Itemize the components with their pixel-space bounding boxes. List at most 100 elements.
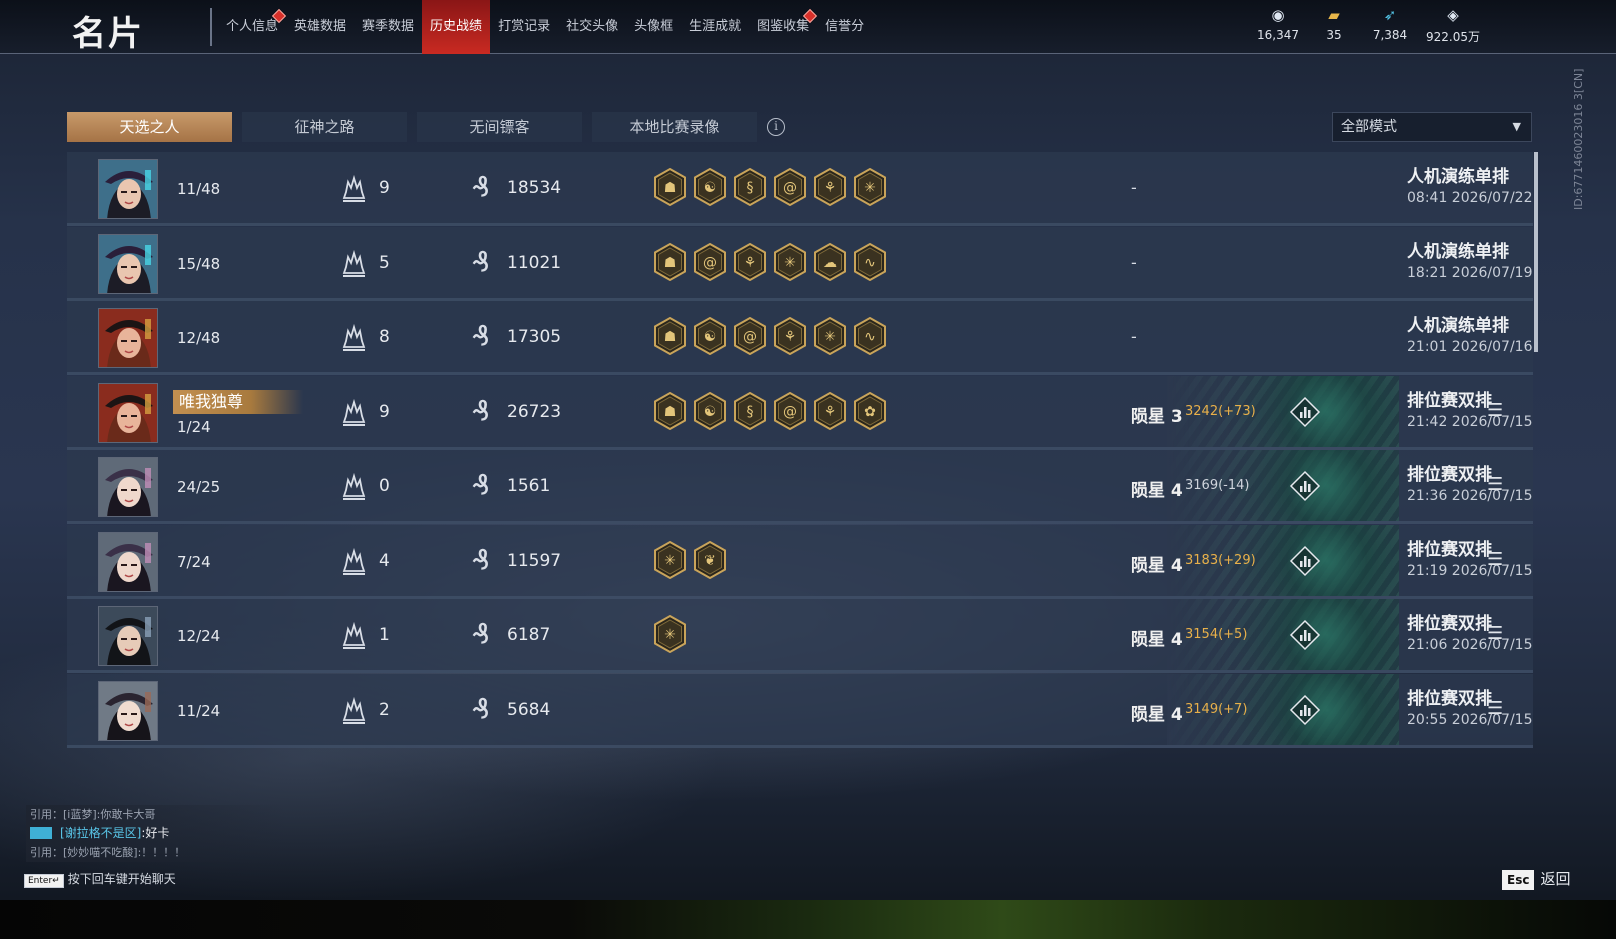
score-coin-icon: ₰ (472, 393, 490, 427)
match-row[interactable]: 唯我独尊 1/24 9 ₰ 26723 ☗ ☯ § @ ⚘ ✿ 陨星 3 3242(+73) 排位赛双排 2… (67, 375, 1533, 450)
swirl-badge-icon[interactable]: ☯ (693, 316, 727, 356)
demon-badge-icon[interactable]: ☗ (653, 242, 687, 281)
details-list-icon[interactable]: ☰ (1487, 476, 1503, 494)
nav-tab[interactable]: 生涯成就 (681, 0, 749, 54)
hero-avatar (98, 159, 158, 219)
nav-tab-label: 赛季数据 (362, 19, 415, 34)
nav-tab-label: 英雄数据 (294, 19, 347, 34)
details-list-icon[interactable]: ☰ (1487, 550, 1503, 569)
swirl-badge-icon[interactable]: ☯ (693, 391, 727, 430)
nav-tab[interactable]: 打赏记录 (490, 0, 558, 54)
rank-points: 3149(+7) (1185, 701, 1248, 717)
currency-value: 16,347 (1257, 28, 1299, 42)
wave-badge-icon[interactable]: ∿ (853, 316, 887, 356)
feather-icon: ➶ (1383, 6, 1397, 24)
chat-hint[interactable]: Enter↵ 按下回车键开始聊天 (24, 870, 176, 888)
wave-badge-icon[interactable]: ∿ (853, 242, 887, 281)
match-stats-button[interactable] (1289, 619, 1321, 651)
match-mode: 排位赛双排 (1407, 390, 1492, 411)
match-stats-button[interactable] (1289, 694, 1321, 726)
rank-tier: 陨星 4 (1131, 704, 1183, 725)
match-row[interactable]: 11/48 9 ₰ 18534 ☗ ☯ § @ ⚘ ✳ - 人机演练单排 08:41 2026/07/2… (67, 152, 1533, 226)
match-row[interactable]: 12/48 8 ₰ 17305 ☗ ☯ @ ⚘ ✳ ∿ - 人机演练单排 21:01 2026/07/1… (67, 301, 1533, 375)
score-value: 5684 (507, 699, 551, 720)
star-badge-icon[interactable]: ✳ (853, 167, 887, 207)
demon-badge-icon[interactable]: ☗ (653, 391, 687, 430)
match-stats-button[interactable] (1289, 545, 1321, 577)
nav-tab[interactable]: 个人信息 (218, 0, 287, 54)
dragon-badge-icon[interactable]: § (733, 167, 767, 207)
match-stats-button[interactable] (1289, 396, 1321, 428)
kills-count: 8 (379, 327, 390, 347)
placement-text: 7/24 (177, 552, 211, 571)
nav-tab[interactable]: 图鉴收集 (749, 0, 818, 54)
star-badge-icon[interactable]: ✳ (813, 316, 847, 356)
hero-avatar (98, 680, 158, 741)
svg-text:§: § (747, 180, 754, 196)
svg-text:✳: ✳ (864, 180, 876, 196)
star-badge-icon[interactable]: ✳ (773, 242, 807, 281)
match-stats-button[interactable] (1289, 470, 1321, 502)
nav-tab[interactable]: 历史战绩 (422, 0, 491, 54)
placement-text: 12/48 (177, 329, 221, 347)
nav-tab[interactable]: 社交头像 (558, 0, 626, 54)
match-time: 21:42 2026/07/15 (1407, 413, 1533, 430)
swirl-badge-icon[interactable]: ☯ (693, 167, 727, 207)
star-badge-icon[interactable]: ✳ (653, 614, 687, 654)
match-time: 21:06 2026/07/15 (1407, 637, 1533, 653)
mode-filter-select[interactable]: 全部模式 ▼ (1332, 112, 1532, 142)
kills-crown-icon (339, 398, 369, 432)
kills-crown-icon (339, 547, 369, 581)
tab-1[interactable]: 征神之路 (242, 112, 407, 142)
score-value: 11597 (507, 550, 562, 571)
nav-tab[interactable]: 赛季数据 (354, 0, 422, 54)
back-button[interactable]: Esc 返回 (1502, 868, 1570, 890)
match-row[interactable]: 15/48 5 ₰ 11021 ☗ @ ⚘ ✳ ☁ ∿ - 人机演练单排 18:21 2026/07/1… (67, 226, 1533, 301)
match-mode: 排位赛双排 (1407, 465, 1492, 485)
info-icon[interactable]: i (767, 118, 785, 136)
tab-0[interactable]: 天选之人 (67, 112, 232, 142)
split-badge-icon[interactable]: ⚘ (773, 316, 807, 356)
list-scrollbar[interactable] (1534, 152, 1538, 352)
diamond-icon: ◈ (1447, 6, 1459, 24)
details-list-icon[interactable]: ☰ (1487, 625, 1503, 643)
back-label: 返回 (1540, 870, 1571, 888)
details-list-icon[interactable]: ☰ (1487, 699, 1503, 718)
enter-key-icon: Enter↵ (24, 874, 64, 888)
cloud-badge-icon[interactable]: ☁ (813, 242, 847, 281)
spiral-badge-icon[interactable]: @ (773, 391, 807, 430)
split-badge-icon[interactable]: ⚘ (813, 391, 847, 430)
dragon-badge-icon[interactable]: § (733, 391, 767, 430)
split-badge-icon[interactable]: ⚘ (733, 242, 767, 281)
chat-sender[interactable]: [谢拉格不是区] (60, 826, 141, 840)
match-row[interactable]: 11/24 2 ₰ 5684 陨星 4 3149(+7) 排位赛双排 20:55 2026/0… (67, 673, 1533, 748)
lotus-badge-icon[interactable]: ✿ (853, 391, 887, 430)
nav-tab[interactable]: 英雄数据 (286, 0, 354, 54)
split-badge-icon[interactable]: ⚘ (813, 167, 847, 207)
demon-badge-icon[interactable]: ☗ (653, 316, 687, 356)
rank-points: 3169(-14) (1185, 478, 1250, 493)
wing-badge-icon[interactable]: ❦ (693, 540, 727, 579)
match-row[interactable]: 7/24 4 ₰ 11597 ✳ ❦ 陨星 4 3183(+29) 排位赛双排 21:19 202… (67, 524, 1533, 599)
match-row[interactable]: 24/25 0 ₰ 1561 陨星 4 3169(-14) 排位赛双排 21:36 2026/… (67, 450, 1533, 524)
nav-tab[interactable]: 信誉分 (817, 0, 872, 54)
details-list-icon[interactable]: ☰ (1487, 401, 1503, 420)
score-coin-icon: ₰ (472, 617, 490, 650)
match-mode: 人机演练单排 (1407, 316, 1509, 336)
score-coin-icon: ₰ (472, 170, 490, 203)
kills-count: 0 (379, 476, 390, 496)
hero-avatar (98, 233, 158, 294)
star-badge-icon[interactable]: ✳ (653, 540, 687, 579)
spiral-badge-icon[interactable]: @ (733, 316, 767, 356)
match-row[interactable]: 12/24 1 ₰ 6187 ✳ 陨星 4 3154(+5) 排位赛双排 21:06 2026/… (67, 599, 1533, 673)
spiral-badge-icon[interactable]: @ (693, 242, 727, 281)
rank-points: 3154(+5) (1185, 627, 1248, 642)
chat-channel-icon (30, 827, 52, 839)
svg-text:⚘: ⚘ (824, 180, 837, 196)
top-bar: 名片 个人信息 英雄数据 赛季数据 历史战绩 打赏记录 社交头像 头像框 生涯成就 图鉴收集 信誉… (0, 0, 1616, 54)
nav-tab[interactable]: 头像框 (626, 0, 681, 54)
demon-badge-icon[interactable]: ☗ (653, 167, 687, 207)
tab-3[interactable]: 本地比赛录像 (592, 112, 757, 142)
tab-2[interactable]: 无间镖客 (417, 112, 582, 142)
spiral-badge-icon[interactable]: @ (773, 167, 807, 207)
